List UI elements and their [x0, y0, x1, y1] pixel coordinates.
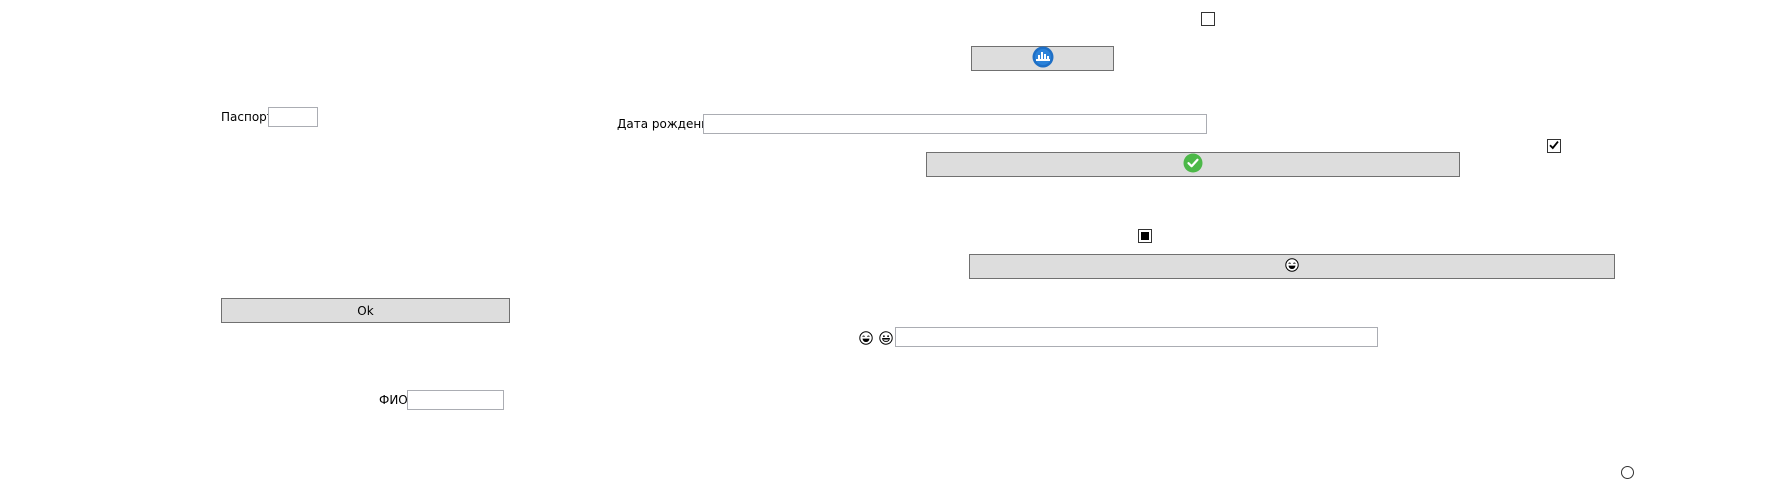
green-checkmark-icon	[1183, 153, 1203, 176]
laughing-face-icon	[859, 331, 873, 345]
smiley-face-icon	[1285, 258, 1299, 275]
passport-input[interactable]	[268, 107, 318, 127]
top-checkbox[interactable]	[1201, 12, 1215, 26]
checkmark-icon	[1548, 139, 1560, 154]
birthdate-label: Дата рождения	[617, 117, 717, 131]
fio-label: ФИО	[379, 393, 408, 407]
indeterminate-square-icon	[1141, 232, 1149, 240]
ok-button[interactable]: Ok	[221, 298, 510, 323]
bottom-right-radio[interactable]	[1621, 466, 1634, 479]
right-checkbox[interactable]	[1547, 139, 1561, 153]
passport-label: Паспорт	[221, 110, 274, 124]
birthdate-input[interactable]	[703, 114, 1207, 134]
fio-input[interactable]	[407, 390, 504, 410]
blue-round-logo-icon	[1032, 46, 1054, 71]
blue-logo-button[interactable]	[971, 46, 1114, 71]
middle-checkbox[interactable]	[1138, 229, 1152, 243]
smiley-button[interactable]	[969, 254, 1615, 279]
grinning-face-icon	[879, 331, 893, 345]
green-check-button[interactable]	[926, 152, 1460, 177]
emoji-text-input[interactable]	[895, 327, 1378, 347]
